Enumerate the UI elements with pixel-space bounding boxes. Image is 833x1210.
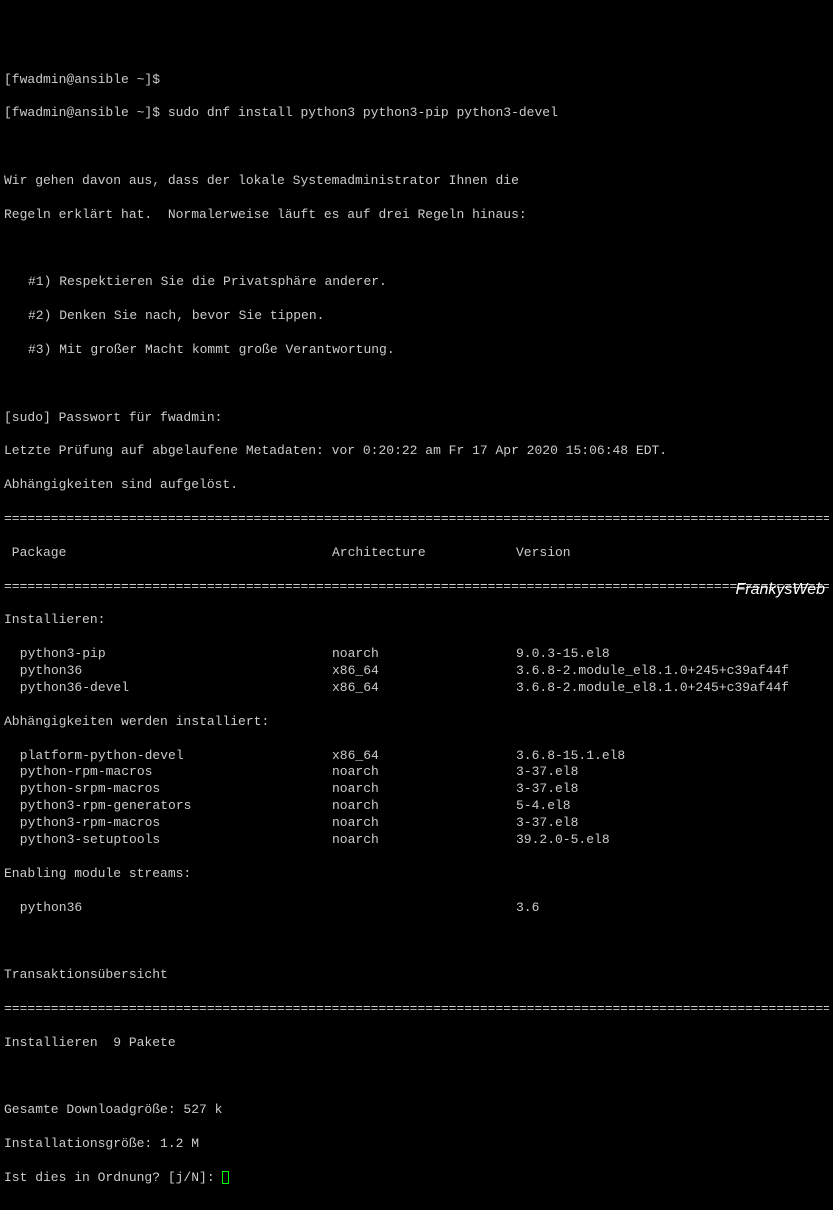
summary-install-count: Installieren 9 Pakete [4,1035,829,1052]
pkg-version: 39.2.0-5.el8 [516,832,829,849]
table-row: python36-develx86_643.6.8-2.module_el8.1… [4,680,829,697]
pkg-version: 3-37.el8 [516,815,829,832]
install-size: Installationsgröße: 1.2 M [4,1136,829,1153]
pkg-version: 5-4.el8 [516,798,829,815]
divider-top: ========================================… [4,511,829,528]
pkg-name: python3-pip [4,646,332,663]
prompt-line-command: [fwadmin@ansible ~]$ sudo dnf install py… [4,105,829,122]
metadata-check-line: Letzte Prüfung auf abgelaufene Metadaten… [4,443,829,460]
transaction-summary-label: Transaktionsübersicht [4,967,829,984]
pkg-name: python3-setuptools [4,832,332,849]
pkg-name: python3-rpm-generators [4,798,332,815]
pkg-arch: noarch [332,798,516,815]
table-row: platform-python-develx86_643.6.8-15.1.el… [4,748,829,765]
pkg-version: 3-37.el8 [516,764,829,781]
pkg-name: python36 [4,663,332,680]
table-header: Package Architecture Version [4,545,829,562]
pkg-version: 3.6.8-2.module_el8.1.0+245+c39af44f [516,680,829,697]
sudo-password-prompt: [sudo] Passwort für fwadmin: [4,410,829,427]
confirm-prompt-line[interactable]: Ist dies in Ordnung? [j/N]: [4,1170,829,1187]
confirm-prompt-text: Ist dies in Ordnung? [j/N]: [4,1170,222,1185]
pkg-version: 3-37.el8 [516,781,829,798]
pkg-version: 3.6 [516,900,829,917]
header-package: Package [4,545,332,562]
table-row: python3-rpm-macrosnoarch3-37.el8 [4,815,829,832]
divider-bottom: ========================================… [4,1001,829,1018]
pkg-arch: noarch [332,781,516,798]
pkg-name: python36-devel [4,680,332,697]
table-row: python-srpm-macrosnoarch3-37.el8 [4,781,829,798]
pkg-name: platform-python-devel [4,748,332,765]
prompt-line-empty: [fwadmin@ansible ~]$ [4,72,829,89]
table-row: python3-rpm-generatorsnoarch5-4.el8 [4,798,829,815]
header-arch: Architecture [332,545,516,562]
table-row: python3-setuptoolsnoarch39.2.0-5.el8 [4,832,829,849]
table-row: python-rpm-macrosnoarch3-37.el8 [4,764,829,781]
sudo-intro-line2: Regeln erklärt hat. Normalerweise läuft … [4,207,829,224]
watermark: FrankysWeb [735,580,825,601]
pkg-name: python-rpm-macros [4,764,332,781]
download-size: Gesamte Downloadgröße: 527 k [4,1102,829,1119]
divider-mid: ========================================… [4,579,829,596]
install-section-label: Installieren: [4,612,829,629]
sudo-rule-2: #2) Denken Sie nach, bevor Sie tippen. [28,308,829,325]
streams-section-label: Enabling module streams: [4,866,829,883]
table-row: python36x86_643.6.8-2.module_el8.1.0+245… [4,663,829,680]
table-row: python36 3.6 [4,900,829,917]
sudo-rule-1: #1) Respektieren Sie die Privatsphäre an… [28,274,829,291]
pkg-arch: x86_64 [332,663,516,680]
pkg-arch: x86_64 [332,680,516,697]
table-row: python3-pipnoarch9.0.3-15.el8 [4,646,829,663]
pkg-name: python-srpm-macros [4,781,332,798]
pkg-name: python3-rpm-macros [4,815,332,832]
pkg-version: 9.0.3-15.el8 [516,646,829,663]
deps-section-label: Abhängigkeiten werden installiert: [4,714,829,731]
sudo-rule-3: #3) Mit großer Macht kommt große Verantw… [28,342,829,359]
pkg-arch [332,900,516,917]
pkg-arch: noarch [332,815,516,832]
pkg-name: python36 [4,900,332,917]
cursor-icon [222,1171,229,1184]
pkg-version: 3.6.8-15.1.el8 [516,748,829,765]
pkg-arch: x86_64 [332,748,516,765]
sudo-intro-line1: Wir gehen davon aus, dass der lokale Sys… [4,173,829,190]
header-version: Version [516,545,829,562]
pkg-version: 3.6.8-2.module_el8.1.0+245+c39af44f [516,663,829,680]
pkg-arch: noarch [332,832,516,849]
deps-resolved-line: Abhängigkeiten sind aufgelöst. [4,477,829,494]
pkg-arch: noarch [332,764,516,781]
pkg-arch: noarch [332,646,516,663]
